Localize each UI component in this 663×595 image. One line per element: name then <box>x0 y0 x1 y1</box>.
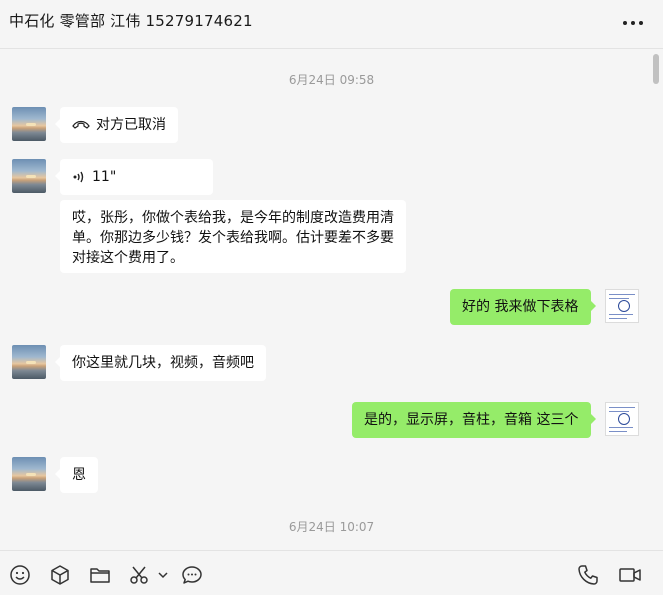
timestamp: 6月24日 09:58 <box>288 73 375 87</box>
input-toolbar <box>0 550 663 595</box>
message-bubble[interactable]: 恩 <box>55 457 98 493</box>
more-dot-icon <box>639 21 643 25</box>
contact-avatar[interactable] <box>12 159 46 193</box>
chevron-down-icon[interactable] <box>156 564 170 586</box>
video-call-icon[interactable] <box>618 564 642 586</box>
contact-avatar[interactable] <box>12 345 46 379</box>
message-bubble[interactable]: 对方已取消 <box>55 107 178 143</box>
message-text: 哎，张彤，你做个表给我，是今年的制度改造费用清单。你那边多少钱？发个表给我啊。估… <box>72 210 394 266</box>
voice-duration: 11" <box>92 169 117 185</box>
my-avatar[interactable] <box>605 402 639 436</box>
message-text: 对方已取消 <box>96 117 166 133</box>
folder-icon[interactable] <box>89 564 111 586</box>
message-text: 是的，显示屏，音柱，音箱 这三个 <box>364 412 579 428</box>
contact-avatar[interactable] <box>12 107 46 141</box>
box-icon[interactable] <box>49 564 71 586</box>
my-avatar[interactable] <box>605 289 639 323</box>
chat-header: 中石化 零管部 江伟 15279174621 <box>0 0 663 49</box>
chat-bubble-icon[interactable] <box>181 564 203 586</box>
more-options-button[interactable] <box>623 18 643 28</box>
scissors-icon[interactable] <box>128 564 150 586</box>
message-text: 你这里就几块，视频，音频吧 <box>72 355 254 371</box>
phone-icon[interactable] <box>577 564 599 586</box>
my-message-bubble[interactable]: 是的，显示屏，音柱，音箱 这三个 <box>352 402 596 438</box>
message-text: 恩 <box>72 467 86 483</box>
message-text: 好的 我来做下表格 <box>462 299 579 315</box>
more-dot-icon <box>623 21 627 25</box>
chat-window: 中石化 零管部 江伟 15279174621 6月24日 09:58 对方已取消… <box>0 0 663 595</box>
message-bubble[interactable]: 你这里就几块，视频，音频吧 <box>55 345 266 381</box>
voice-message-bubble[interactable]: 11" <box>55 159 213 195</box>
chat-scrollbar[interactable] <box>653 54 659 84</box>
chat-title: 中石化 零管部 江伟 15279174621 <box>9 12 253 30</box>
message-list[interactable]: 6月24日 09:58 对方已取消 11" 哎，张彤，你做个表给我，是今年的制度… <box>0 49 663 549</box>
contact-avatar[interactable] <box>12 457 46 491</box>
more-dot-icon <box>631 21 635 25</box>
phone-hangup-icon <box>72 120 90 129</box>
my-message-bubble[interactable]: 好的 我来做下表格 <box>450 289 596 325</box>
timestamp: 6月24日 10:07 <box>288 520 375 534</box>
voice-icon <box>73 171 84 183</box>
emoji-icon[interactable] <box>9 564 31 586</box>
message-bubble[interactable]: 哎，张彤，你做个表给我，是今年的制度改造费用清单。你那边多少钱？发个表给我啊。估… <box>60 200 406 273</box>
